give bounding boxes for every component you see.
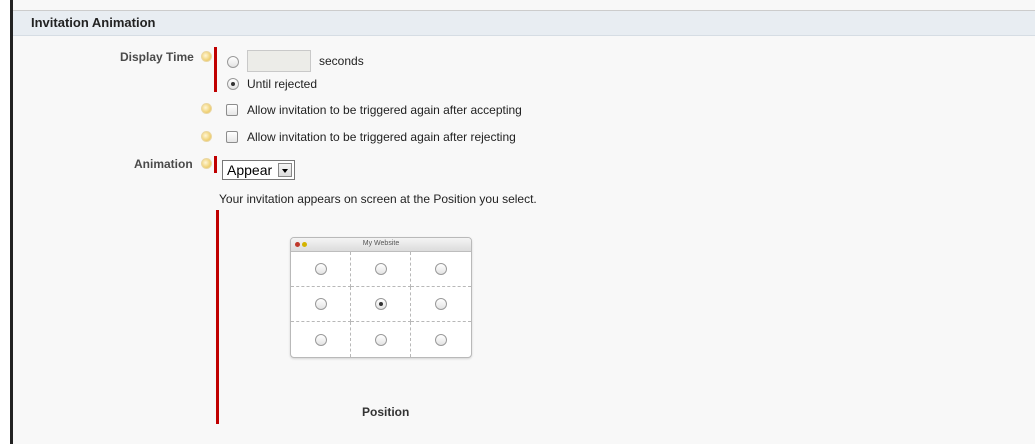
help-icon[interactable] [201,158,212,169]
position-bottom-right-radio[interactable] [435,333,447,346]
position-cell-middle-left [291,287,351,322]
required-marker [216,210,219,424]
display-time-seconds-radio[interactable] [227,56,239,68]
animation-description: Your invitation appears on screen at the… [219,192,537,206]
help-icon[interactable] [201,103,212,114]
position-grid [291,252,471,357]
retrigger-after-rejecting-checkbox[interactable] [226,131,238,143]
position-bottom-left-radio[interactable] [314,333,327,346]
preview-window-title: My Website [362,240,400,247]
position-cell-middle-right [411,287,471,322]
form-panel: Invitation Animation Display Time second… [10,0,1035,444]
chevron-down-icon[interactable] [278,163,293,177]
position-cell-middle-center [351,287,411,322]
position-middle-center-radio[interactable] [374,298,387,310]
help-icon[interactable] [201,131,212,142]
position-cell-bottom-center [351,322,411,357]
required-marker [214,47,217,92]
position-top-left-radio[interactable] [314,263,327,275]
position-bottom-center-radio[interactable] [374,333,387,346]
position-top-right-radio[interactable] [435,263,447,275]
position-preview-window: My Website [290,237,472,358]
position-cell-bottom-right [411,322,471,357]
position-middle-right-radio[interactable] [435,298,447,310]
animation-label: Animation [134,157,193,171]
until-rejected-radio[interactable] [227,78,239,90]
retrigger-after-accepting-label: Allow invitation to be triggered again a… [247,103,522,117]
position-cell-top-center [351,252,411,287]
required-marker [214,156,217,173]
help-icon[interactable] [201,51,212,62]
display-time-seconds-input[interactable] [247,50,311,72]
section-header: Invitation Animation [13,10,1035,36]
retrigger-after-accepting-checkbox[interactable] [226,104,238,116]
position-top-center-radio[interactable] [374,263,387,275]
retrigger-after-rejecting-label: Allow invitation to be triggered again a… [247,130,516,144]
position-cell-top-left [291,252,351,287]
position-cell-top-right [411,252,471,287]
until-rejected-label: Until rejected [247,77,318,91]
position-cell-bottom-left [291,322,351,357]
position-label: Position [362,405,410,419]
display-time-label: Display Time [120,50,194,64]
animation-select[interactable]: Appear [222,160,296,180]
section-title: Invitation Animation [31,15,156,30]
position-middle-left-radio[interactable] [314,298,327,310]
seconds-suffix: seconds [319,54,364,68]
preview-title-bar: My Website [291,238,471,252]
animation-select-value: Appear [227,162,273,178]
